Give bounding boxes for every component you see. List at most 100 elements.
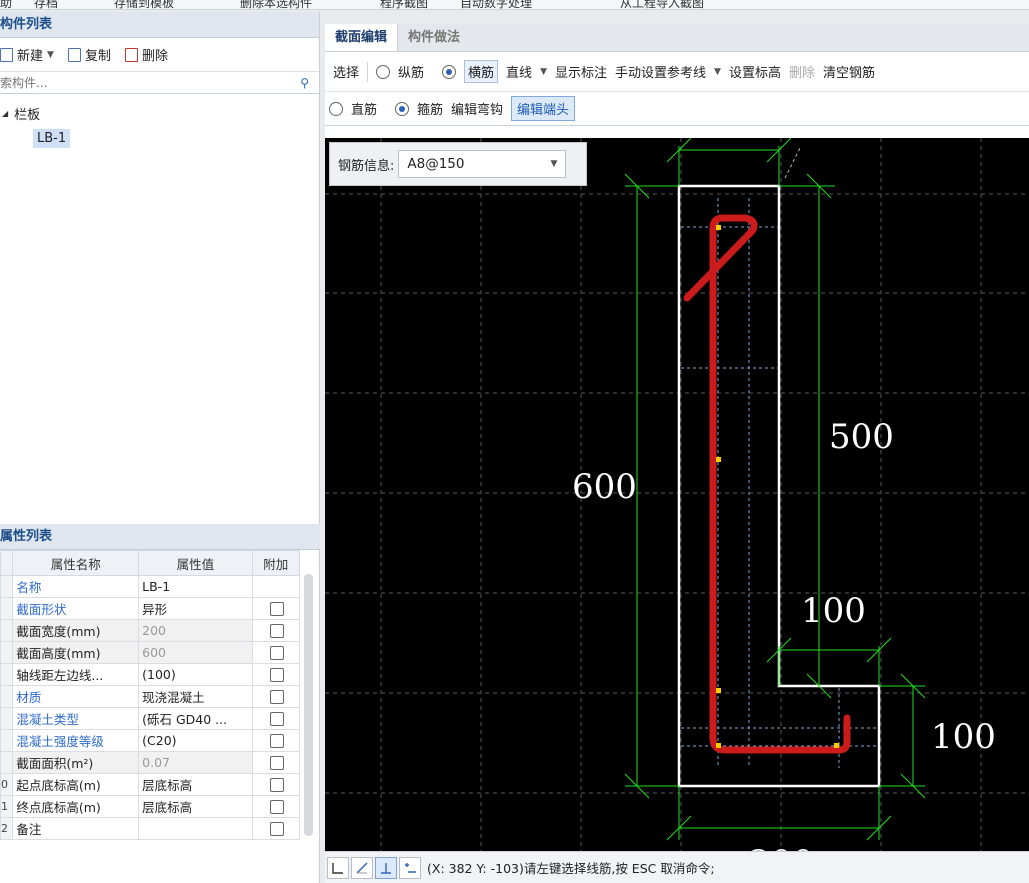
table-row[interactable]: 名称 LB-1 bbox=[0, 575, 301, 598]
dim-label-500: 500 bbox=[829, 417, 894, 457]
attach-checkbox[interactable] bbox=[270, 602, 285, 617]
attach-checkbox[interactable] bbox=[270, 668, 285, 683]
toolbar-fragment[interactable]: 助 bbox=[0, 0, 12, 9]
component-search-input[interactable] bbox=[0, 75, 260, 90]
attach-cell bbox=[251, 597, 301, 620]
property-name: 轴线距左边线... bbox=[12, 663, 140, 686]
tree-item-lb-1[interactable]: LB-1 bbox=[33, 129, 71, 148]
dim-label-step-width: 100 bbox=[801, 591, 866, 631]
copy-component-button[interactable]: 复制 bbox=[67, 45, 111, 64]
toolbar-fragment[interactable]: 自动数字处理 bbox=[460, 0, 532, 9]
straight-radio[interactable] bbox=[329, 101, 343, 116]
row-index bbox=[0, 575, 14, 598]
tab-section-edit[interactable]: 截面编辑 bbox=[325, 24, 399, 51]
delete-icon bbox=[124, 47, 138, 62]
chevron-down-icon[interactable]: ▼ bbox=[714, 67, 721, 77]
attach-checkbox[interactable] bbox=[270, 822, 285, 837]
property-list-title: 属性列表 bbox=[0, 524, 320, 550]
property-value[interactable]: 异形 bbox=[138, 597, 253, 620]
dimension-input-icon[interactable] bbox=[399, 856, 421, 879]
delete-button[interactable]: 删除 bbox=[789, 62, 815, 81]
edit-hook-button[interactable]: 编辑弯钩 bbox=[451, 99, 503, 118]
longitudinal-radio[interactable] bbox=[376, 64, 391, 79]
index-header bbox=[0, 550, 14, 576]
property-name: 截面高度(mm) bbox=[12, 641, 140, 664]
table-row[interactable]: 混凝土强度等级 (C20) bbox=[0, 729, 301, 752]
property-scrollbar[interactable] bbox=[304, 574, 313, 836]
ortho-mode-icon[interactable] bbox=[327, 856, 349, 879]
property-value[interactable]: 层底标高 bbox=[138, 795, 253, 818]
table-row[interactable]: 截面高度(mm) 600 bbox=[0, 641, 301, 664]
property-value[interactable]: 600 bbox=[138, 641, 253, 664]
collapse-triangle-icon[interactable]: ◢ bbox=[2, 109, 8, 118]
stirrup-rebar[interactable] bbox=[683, 214, 851, 754]
new-label: 新建 bbox=[17, 49, 44, 64]
table-row[interactable]: 材质 现浇混凝土 bbox=[0, 685, 301, 708]
stirrup-radio[interactable] bbox=[395, 101, 410, 116]
set-elevation-button[interactable]: 设置标高 bbox=[729, 62, 781, 81]
attach-checkbox[interactable] bbox=[270, 756, 285, 771]
property-value[interactable]: (100) bbox=[138, 663, 253, 686]
search-icon[interactable]: ⚲ bbox=[300, 76, 309, 90]
perpendicular-snap-icon[interactable] bbox=[375, 856, 397, 879]
attach-checkbox[interactable] bbox=[270, 690, 285, 705]
chevron-down-icon[interactable]: ▼ bbox=[550, 159, 557, 169]
select-button[interactable]: 选择 bbox=[333, 62, 359, 81]
delete-component-button[interactable]: 删除 bbox=[124, 45, 168, 64]
rebar-info-select[interactable]: A8@150 ▼ bbox=[398, 150, 567, 178]
line-mode-dropdown[interactable]: 直线 bbox=[506, 62, 532, 81]
drawing-canvas[interactable]: 600 500 100 100 200 钢筋信息: A8@150 ▼ bbox=[325, 138, 1029, 851]
property-value[interactable]: (C20) bbox=[138, 729, 253, 752]
table-row[interactable]: 混凝土类型 (砾石 GD40 ... bbox=[0, 707, 301, 730]
copy-icon bbox=[67, 47, 81, 62]
rebar-info-label: 钢筋信息: bbox=[338, 158, 395, 174]
attach-cell bbox=[251, 619, 301, 642]
toolbar-fragment[interactable]: 程序截图 bbox=[380, 0, 428, 9]
show-dims-button[interactable]: 显示标注 bbox=[555, 62, 607, 81]
attach-checkbox[interactable] bbox=[270, 734, 285, 749]
property-name: 终点底标高(m) bbox=[12, 795, 140, 818]
table-row[interactable]: 截面形状 异形 bbox=[0, 597, 301, 620]
toolbar-fragment[interactable]: 存档 bbox=[34, 0, 58, 9]
component-toolbar: 新建 ▼ 复制 删除 bbox=[0, 38, 319, 72]
toolbar-fragment[interactable]: 从工程导入截图 bbox=[620, 0, 704, 9]
attach-checkbox[interactable] bbox=[270, 778, 285, 793]
polar-tracking-icon[interactable] bbox=[351, 856, 373, 879]
manual-ref-button[interactable]: 手动设置参考线 bbox=[615, 62, 706, 81]
grip-points[interactable] bbox=[716, 225, 839, 748]
property-value[interactable]: 层底标高 bbox=[138, 773, 253, 796]
attach-cell bbox=[251, 707, 301, 730]
new-component-button[interactable]: 新建 ▼ bbox=[0, 45, 54, 64]
toolbar-fragment[interactable]: 删除本选构件 bbox=[240, 0, 312, 9]
tree-root-label: 栏板 bbox=[14, 107, 41, 123]
attach-cell bbox=[251, 795, 301, 818]
rebar-toolbar: 直筋 箍筋 编辑弯钩 编辑端头 bbox=[325, 92, 1029, 126]
attach-checkbox[interactable] bbox=[270, 624, 285, 639]
attach-cell bbox=[251, 751, 301, 774]
property-value[interactable]: (砾石 GD40 ... bbox=[138, 707, 253, 730]
property-value[interactable]: 200 bbox=[138, 619, 253, 642]
clear-rebar-button[interactable]: 清空钢筋 bbox=[823, 62, 875, 81]
attach-checkbox[interactable] bbox=[270, 800, 285, 815]
table-row[interactable]: 截面面积(m²) 0.07 bbox=[0, 751, 301, 774]
property-value[interactable]: 现浇混凝土 bbox=[138, 685, 253, 708]
property-value[interactable]: LB-1 bbox=[138, 575, 253, 598]
tree-root-node[interactable]: ◢ 栏板 bbox=[0, 102, 319, 124]
property-value[interactable] bbox=[138, 817, 253, 840]
row-index bbox=[0, 729, 14, 752]
table-row[interactable]: 1 终点底标高(m) 层底标高 bbox=[0, 795, 301, 818]
transverse-radio[interactable] bbox=[442, 64, 457, 79]
toolbar-fragment[interactable]: 存储到模板 bbox=[114, 0, 174, 9]
edit-end-button[interactable]: 编辑端头 bbox=[511, 96, 576, 121]
property-value[interactable]: 0.07 bbox=[138, 751, 253, 774]
attach-cell bbox=[251, 641, 301, 664]
chevron-down-icon[interactable]: ▼ bbox=[47, 50, 54, 60]
attach-checkbox[interactable] bbox=[270, 646, 285, 661]
table-row[interactable]: 2 备注 bbox=[0, 817, 301, 840]
table-row[interactable]: 0 起点底标高(m) 层底标高 bbox=[0, 773, 301, 796]
table-row[interactable]: 轴线距左边线... (100) bbox=[0, 663, 301, 686]
table-row[interactable]: 截面宽度(mm) 200 bbox=[0, 619, 301, 642]
attach-checkbox[interactable] bbox=[270, 712, 285, 727]
chevron-down-icon[interactable]: ▼ bbox=[540, 67, 547, 77]
tab-component-method[interactable]: 构件做法 bbox=[398, 24, 470, 51]
